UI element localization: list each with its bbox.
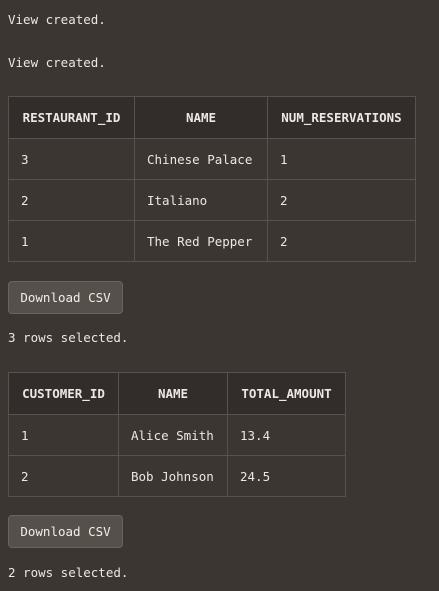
results-table-restaurants: RESTAURANT_ID NAME NUM_RESERVATIONS 3 Ch… <box>8 96 416 262</box>
table-header-row: RESTAURANT_ID NAME NUM_RESERVATIONS <box>8 96 416 139</box>
column-header-restaurant-id: RESTAURANT_ID <box>8 96 135 139</box>
table-cell: 2 <box>267 220 416 262</box>
table-cell: 13.4 <box>227 414 346 456</box>
status-message-rows-selected: 3 rows selected. <box>8 330 129 345</box>
download-csv-button[interactable]: Download CSV <box>8 515 123 548</box>
table-cell: 1 <box>267 138 416 180</box>
status-message-view-created: View created. <box>8 55 106 70</box>
table-header-row: CUSTOMER_ID NAME TOTAL_AMOUNT <box>8 372 346 415</box>
table-cell: 2 <box>8 455 119 497</box>
results-table-customers: CUSTOMER_ID NAME TOTAL_AMOUNT 1 Alice Sm… <box>8 372 346 497</box>
status-message-rows-selected: 2 rows selected. <box>8 565 129 580</box>
table-row: 1 Alice Smith 13.4 <box>8 414 346 456</box>
table-cell: The Red Pepper <box>134 220 268 262</box>
table-cell: 1 <box>8 414 119 456</box>
column-header-name: NAME <box>134 96 268 139</box>
table-row: 2 Italiano 2 <box>8 179 416 221</box>
table-cell: Italiano <box>134 179 268 221</box>
table-cell: 2 <box>267 179 416 221</box>
table-cell: 24.5 <box>227 455 346 497</box>
table-cell: 2 <box>8 179 135 221</box>
table-row: 3 Chinese Palace 1 <box>8 138 416 180</box>
column-header-customer-id: CUSTOMER_ID <box>8 372 119 415</box>
table-cell: Chinese Palace <box>134 138 268 180</box>
download-csv-button[interactable]: Download CSV <box>8 281 123 314</box>
column-header-total-amount: TOTAL_AMOUNT <box>227 372 346 415</box>
column-header-name: NAME <box>118 372 228 415</box>
table-row: 1 The Red Pepper 2 <box>8 220 416 262</box>
status-message-view-created: View created. <box>8 12 106 27</box>
table-cell: 3 <box>8 138 135 180</box>
table-cell: Alice Smith <box>118 414 228 456</box>
table-cell: 1 <box>8 220 135 262</box>
table-row: 2 Bob Johnson 24.5 <box>8 455 346 497</box>
column-header-num-reservations: NUM_RESERVATIONS <box>267 96 416 139</box>
table-cell: Bob Johnson <box>118 455 228 497</box>
